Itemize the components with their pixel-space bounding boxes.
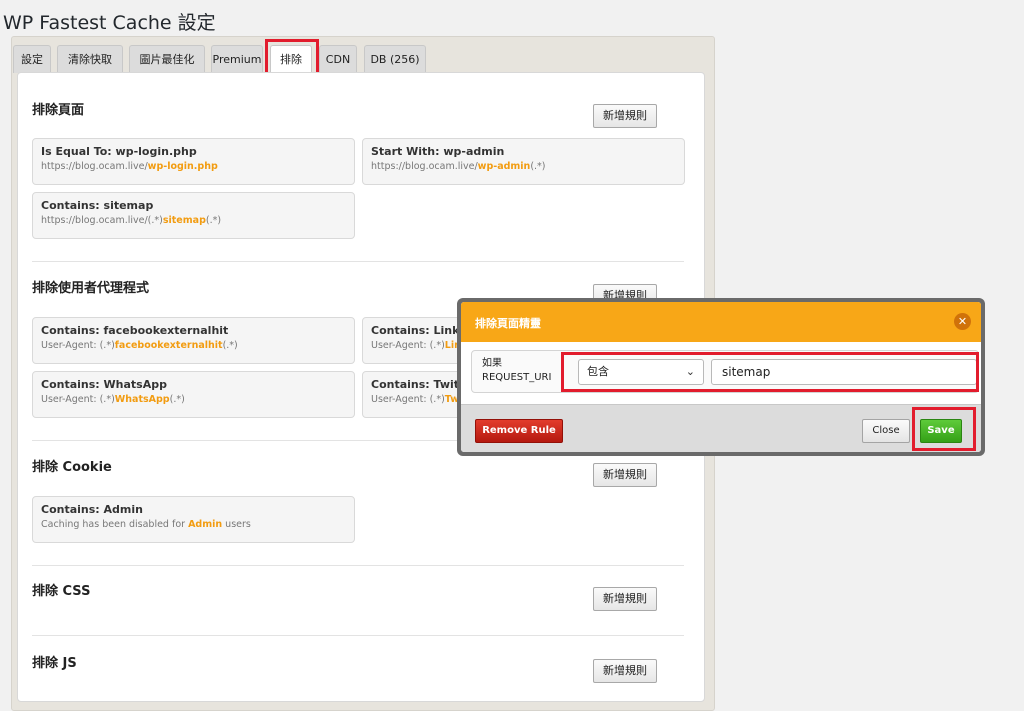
- tab-exclude[interactable]: 排除: [270, 45, 312, 75]
- add-rule-button-js[interactable]: 新增規則: [593, 659, 657, 683]
- close-button[interactable]: Close: [862, 419, 910, 443]
- section-title-css: 排除 CSS: [32, 584, 91, 599]
- tab-cdn[interactable]: CDN: [319, 45, 357, 73]
- add-rule-button-css[interactable]: 新增規則: [593, 587, 657, 611]
- rule-title: Contains: sitemap: [41, 199, 154, 212]
- condition-label: 如果 REQUEST_URI: [482, 358, 552, 383]
- remove-rule-button[interactable]: Remove Rule: [475, 419, 563, 443]
- modal-footer: Remove Rule Close Save: [461, 404, 981, 452]
- section-title-pages: 排除頁面: [32, 103, 85, 118]
- tab-db[interactable]: DB (256): [364, 45, 426, 73]
- rule-title: Contains: WhatsApp: [41, 378, 167, 391]
- rule-card[interactable]: Contains: WhatsApp User-Agent: (.*)Whats…: [32, 371, 355, 418]
- section-title-js: 排除 JS: [32, 656, 77, 671]
- add-rule-button-cookie[interactable]: 新增規則: [593, 463, 657, 487]
- section-divider: [32, 635, 684, 636]
- condition-value-input[interactable]: sitemap: [711, 359, 977, 385]
- section-divider: [32, 261, 684, 262]
- chevron-down-icon: ⌄: [685, 365, 695, 378]
- rule-card[interactable]: Start With: wp-admin https://blog.ocam.l…: [362, 138, 685, 185]
- exclude-page-wizard-modal: 排除頁面精靈 ✕ 如果 REQUEST_URI 包含 ⌄ sitemap Rem…: [457, 298, 985, 456]
- page-title: WP Fastest Cache 設定: [3, 12, 216, 34]
- rule-pattern: Caching has been disabled for Admin user…: [41, 519, 251, 530]
- condition-row: 如果 REQUEST_URI 包含 ⌄ sitemap: [471, 350, 979, 393]
- rule-title: Contains: facebookexternalhit: [41, 324, 229, 337]
- rule-card[interactable]: Is Equal To: wp-login.php https://blog.o…: [32, 138, 355, 185]
- rule-pattern: https://blog.ocam.live/wp-admin(.*): [371, 161, 546, 172]
- tab-image-optimization[interactable]: 圖片最佳化: [129, 45, 205, 73]
- modal-title: 排除頁面精靈: [475, 317, 541, 330]
- rule-title: Contains: Admin: [41, 503, 143, 516]
- rule-pattern: User-Agent: (.*)WhatsApp(.*): [41, 394, 185, 405]
- save-button[interactable]: Save: [920, 419, 962, 443]
- modal-body: 排除頁面精靈 ✕ 如果 REQUEST_URI 包含 ⌄ sitemap Rem…: [461, 302, 981, 452]
- rule-pattern: User-Agent: (.*)facebookexternalhit(.*): [41, 340, 238, 351]
- section-divider: [32, 565, 684, 566]
- condition-type-select[interactable]: 包含 ⌄: [578, 359, 704, 385]
- section-title-cookie: 排除 Cookie: [32, 460, 112, 475]
- rule-title: Is Equal To: wp-login.php: [41, 145, 197, 158]
- section-title-useragent: 排除使用者代理程式: [32, 281, 150, 296]
- rule-pattern: https://blog.ocam.live/wp-login.php: [41, 161, 218, 172]
- add-rule-button-pages[interactable]: 新增規則: [593, 104, 657, 128]
- rule-card[interactable]: Contains: Admin Caching has been disable…: [32, 496, 355, 543]
- tab-settings[interactable]: 設定: [13, 45, 51, 73]
- rule-pattern: https://blog.ocam.live/(.*)sitemap(.*): [41, 215, 222, 226]
- rule-card[interactable]: Contains: sitemap https://blog.ocam.live…: [32, 192, 355, 239]
- tab-clear-cache[interactable]: 清除快取: [57, 45, 123, 73]
- rule-title: Start With: wp-admin: [371, 145, 505, 158]
- modal-header: 排除頁面精靈 ✕: [461, 302, 981, 342]
- rule-card[interactable]: Contains: facebookexternalhit User-Agent…: [32, 317, 355, 364]
- close-icon[interactable]: ✕: [954, 313, 971, 330]
- tab-premium[interactable]: Premium: [211, 45, 263, 73]
